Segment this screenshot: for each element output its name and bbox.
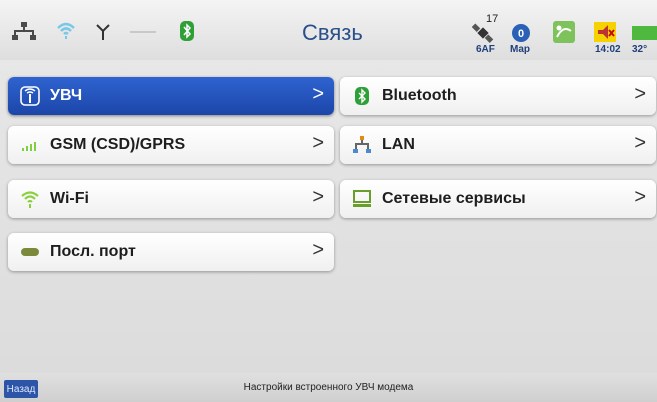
menu-item-label: Сетевые сервисы <box>382 190 526 207</box>
antenna-icon <box>96 24 110 40</box>
menu-item-gsm[interactable]: GSM (CSD)/GPRS > <box>8 126 334 164</box>
bluetooth-icon <box>180 21 194 41</box>
temperature-label: 32° <box>632 44 648 55</box>
chevron-right-icon: > <box>634 186 646 208</box>
gsm-signal-icon <box>22 142 36 151</box>
map-icon[interactable]: 0 <box>511 23 531 43</box>
chevron-right-icon: > <box>312 239 324 261</box>
menu-item-label: GSM (CSD)/GPRS <box>50 136 186 153</box>
menu-item-label: LAN <box>382 136 415 153</box>
lan-icon <box>353 136 371 153</box>
menu-item-wifi[interactable]: Wi-Fi > <box>8 180 334 218</box>
serial-port-icon <box>21 248 39 256</box>
chevron-right-icon: > <box>312 186 324 208</box>
status-hint: Настройки встроенного УВЧ модема <box>243 382 414 393</box>
menu-item-network-services[interactable]: Сетевые сервисы > <box>340 180 656 218</box>
status-bar: Связь 17 6AF 0 Map 14:02 32° <box>0 0 657 60</box>
lan-icon <box>12 22 36 40</box>
wifi-icon <box>21 191 39 208</box>
satellite-icon[interactable] <box>472 22 494 44</box>
menu-item-serial-port[interactable]: Посл. порт > <box>8 233 334 271</box>
bluetooth-icon <box>355 87 369 105</box>
uhf-antenna-icon <box>20 86 40 106</box>
sat-label: 6AF <box>476 44 495 55</box>
chevron-right-icon: > <box>312 132 324 154</box>
battery-icon <box>632 26 657 40</box>
map-label: Map <box>510 44 530 55</box>
menu-item-bluetooth[interactable]: Bluetooth > <box>340 77 656 115</box>
menu-area: УВЧ > GSM (CSD)/GPRS > Wi-Fi > Посл. пор… <box>0 60 657 373</box>
chevron-right-icon: > <box>634 83 646 105</box>
chevron-right-icon: > <box>312 83 324 105</box>
svg-text:0: 0 <box>518 28 524 40</box>
route-icon[interactable] <box>553 21 575 43</box>
menu-item-label: Bluetooth <box>382 87 457 104</box>
alert-icon[interactable] <box>594 22 616 42</box>
clock-label: 14:02 <box>595 44 621 55</box>
network-services-icon <box>353 190 371 207</box>
menu-item-label: УВЧ <box>50 87 83 104</box>
menu-item-label: Посл. порт <box>50 243 136 260</box>
page-title: Связь <box>302 20 363 45</box>
sat-count: 17 <box>486 13 499 25</box>
chevron-right-icon: > <box>634 132 646 154</box>
wifi-icon <box>57 22 75 39</box>
signal-icon <box>130 31 156 33</box>
menu-item-label: Wi-Fi <box>50 190 89 207</box>
footer-bar: Назад Настройки встроенного УВЧ модема <box>0 373 657 402</box>
menu-item-uhf[interactable]: УВЧ > <box>8 77 334 115</box>
menu-item-lan[interactable]: LAN > <box>340 126 656 164</box>
